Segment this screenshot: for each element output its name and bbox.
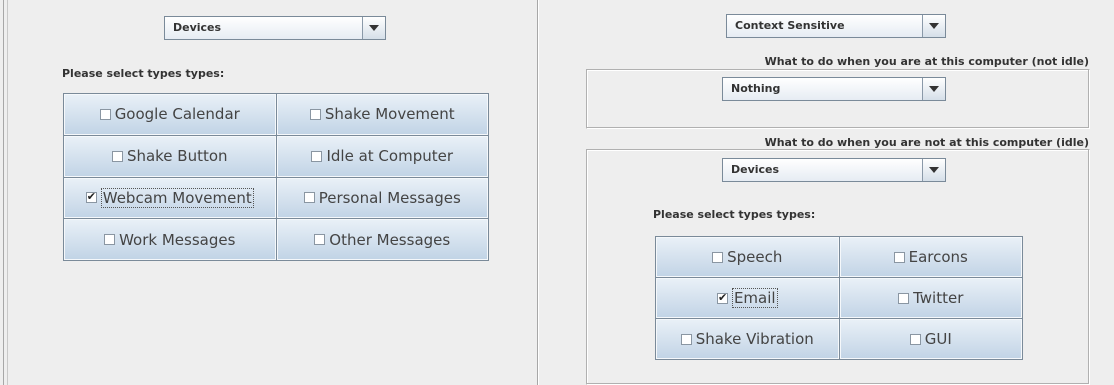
checkbox-icon[interactable] — [309, 108, 321, 120]
panel-divider-highlight — [538, 0, 539, 385]
left-toggle-work-messages[interactable]: Work Messages — [64, 219, 276, 260]
right-toggle-label: GUI — [924, 330, 952, 348]
left-toggle-label: Webcam Movement — [100, 187, 254, 208]
right-types-label: Please select types types: — [653, 208, 816, 221]
right-toggle-shake-vibration[interactable]: Shake Vibration — [656, 319, 839, 359]
idle-action-select-value: Devices — [731, 163, 780, 176]
checkbox-icon[interactable] — [311, 150, 323, 162]
checkbox-icon[interactable] — [85, 190, 97, 204]
left-edge-line-2 — [7, 0, 8, 385]
checkbox-icon[interactable] — [909, 333, 921, 345]
checkbox-icon[interactable] — [104, 234, 116, 246]
chevron-down-icon[interactable] — [922, 159, 945, 181]
left-toggle-label: Google Calendar — [114, 105, 240, 124]
checkbox-icon[interactable] — [712, 251, 724, 263]
right-toggle-speech[interactable]: Speech — [656, 237, 839, 277]
mode-select-value: Context Sensitive — [735, 19, 845, 32]
right-toggle-label: Earcons — [908, 248, 968, 266]
left-category-select[interactable]: Devices — [164, 16, 386, 40]
left-toggle-personal-messages[interactable]: Personal Messages — [276, 177, 488, 219]
left-toggle-label: Shake Movement — [324, 105, 455, 124]
right-toggle-gui[interactable]: GUI — [839, 319, 1022, 359]
right-toggle-earcons[interactable]: Earcons — [839, 237, 1022, 277]
chevron-down-icon[interactable] — [922, 15, 945, 37]
right-toggle-twitter[interactable]: Twitter — [839, 278, 1022, 318]
left-toggle-shake-movement[interactable]: Shake Movement — [276, 94, 488, 135]
checkbox-icon[interactable] — [314, 234, 326, 246]
left-types-label: Please select types types: — [62, 67, 225, 80]
left-toggle-label: Shake Button — [126, 147, 228, 166]
checkbox-icon[interactable] — [303, 192, 315, 204]
left-toggle-idle-at-computer[interactable]: Idle at Computer — [276, 135, 488, 177]
right-toggle-label: Email — [731, 288, 778, 308]
mode-select[interactable]: Context Sensitive — [726, 14, 946, 38]
right-toggle-label: Twitter — [913, 289, 964, 307]
checkbox-icon[interactable] — [680, 333, 692, 345]
checkbox-icon[interactable] — [99, 108, 111, 120]
left-toggle-label: Work Messages — [119, 230, 236, 249]
chevron-down-icon[interactable] — [362, 17, 385, 39]
checkbox-icon[interactable] — [898, 292, 910, 304]
checkbox-icon[interactable] — [716, 291, 728, 304]
not-idle-heading: What to do when you are at this computer… — [764, 55, 1089, 68]
right-toggle-label: Shake Vibration — [695, 330, 814, 348]
not-idle-action-select[interactable]: Nothing — [722, 77, 946, 101]
left-edge-line — [3, 0, 4, 385]
left-toggle-webcam-movement[interactable]: Webcam Movement — [64, 177, 276, 219]
left-toggle-other-messages[interactable]: Other Messages — [276, 219, 488, 260]
not-idle-action-select-value: Nothing — [731, 82, 781, 95]
right-toggle-email[interactable]: Email — [656, 278, 839, 318]
left-toggle-shake-button[interactable]: Shake Button — [64, 135, 276, 177]
right-toggle-label: Speech — [727, 248, 783, 266]
left-toggle-label: Idle at Computer — [326, 147, 454, 166]
chevron-down-icon[interactable] — [922, 78, 945, 100]
left-types-grid: Google Calendar Shake Movement Shake Butto… — [63, 93, 489, 261]
left-toggle-google-calendar[interactable]: Google Calendar — [64, 94, 276, 135]
checkbox-icon[interactable] — [111, 150, 123, 162]
right-types-grid: Speech Earcons Email Twitter Shake Vibration… — [655, 236, 1023, 360]
left-category-select-value: Devices — [173, 21, 222, 34]
idle-action-select[interactable]: Devices — [722, 158, 946, 182]
checkbox-icon[interactable] — [893, 251, 905, 263]
idle-heading: What to do when you are not at this comp… — [764, 136, 1089, 149]
left-toggle-label: Personal Messages — [318, 188, 461, 207]
left-toggle-label: Other Messages — [329, 230, 451, 249]
